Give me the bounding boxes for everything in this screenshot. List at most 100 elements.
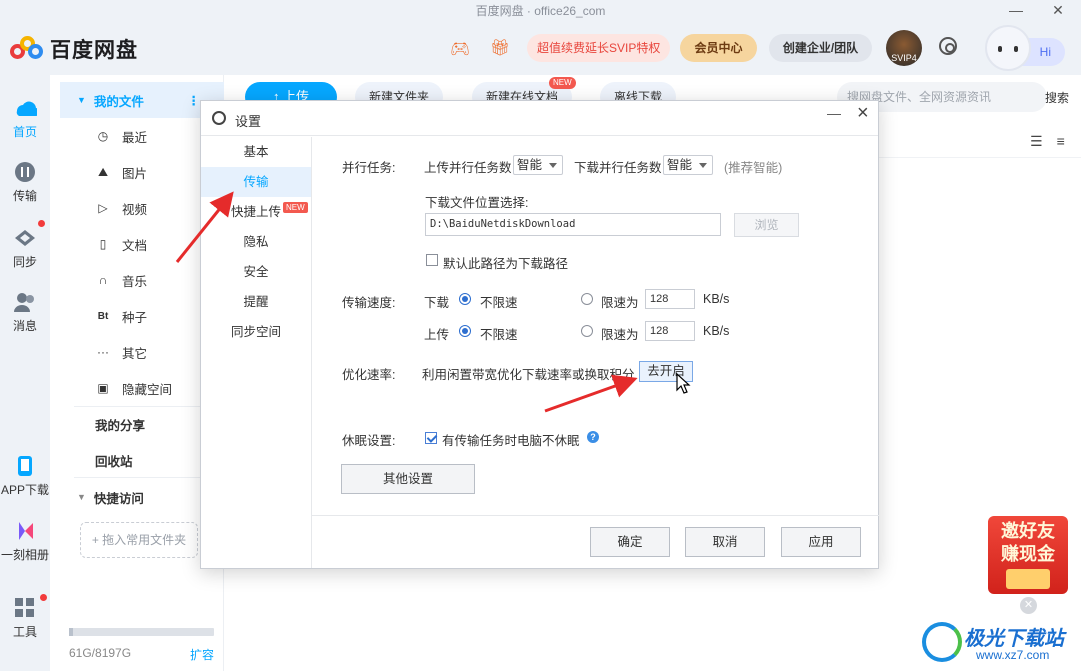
- rail-message-label: 消息: [12, 319, 37, 333]
- app-logo[interactable]: 百度网盘: [10, 34, 138, 64]
- svip-promo-button[interactable]: 超值续费延长SVIP特权: [527, 34, 671, 62]
- default-path-label: 默认此路径为下载路径: [443, 257, 569, 271]
- red-envelope-icon: [1006, 569, 1050, 589]
- dialog-close-button[interactable]: ×: [857, 102, 869, 125]
- upload-limit-radio[interactable]: [581, 325, 593, 337]
- settings-nav: 基本 传输 快捷上传 NEW 隐私 安全 提醒 同步空间: [201, 137, 312, 568]
- rail-home[interactable]: 首页: [0, 97, 50, 140]
- ok-button[interactable]: 确定: [590, 527, 670, 557]
- sidebar-item-label: 音乐: [122, 274, 148, 289]
- download-limit-input[interactable]: 128: [645, 289, 695, 309]
- dialog-header: 设置 — ×: [201, 101, 878, 136]
- gift-icon[interactable]: 🎁︎: [490, 38, 510, 58]
- close-icon[interactable]: ✕: [1020, 597, 1037, 614]
- rail-transfer-label: 传输: [12, 189, 37, 203]
- other-settings-button[interactable]: 其他设置: [341, 464, 475, 494]
- dialog-minimize-button[interactable]: —: [827, 105, 841, 121]
- mouse-cursor-icon: [676, 373, 691, 394]
- download-limit-radio[interactable]: [581, 293, 593, 305]
- vip-center-button[interactable]: 会员中心: [680, 34, 757, 62]
- rail-home-label: 首页: [12, 125, 37, 139]
- rail-album[interactable]: 一刻相册: [0, 520, 50, 563]
- sidebar-recycle-label: 回收站: [95, 454, 133, 469]
- caret-down-icon: ▼: [77, 95, 86, 105]
- help-icon[interactable]: ?: [587, 431, 599, 443]
- rail-tools-label: 工具: [12, 625, 37, 639]
- site-watermark: 极光下载站 www.xz7.com: [922, 618, 1074, 666]
- parallel-hint: (推荐智能): [724, 161, 783, 175]
- more-icon: ···: [97, 345, 109, 359]
- window-titlebar: 百度网盘 · office26_com — ✕: [0, 0, 1081, 20]
- upload-unlimited-radio[interactable]: [459, 325, 471, 337]
- upload-limit-unit: KB/s: [703, 324, 730, 338]
- sidebar-my-share-label: 我的分享: [95, 418, 146, 433]
- list-view-icon[interactable]: ≡: [1057, 133, 1065, 149]
- optimize-speed-label: 优化速率:: [342, 368, 396, 382]
- sidebar-item-label: 隐藏空间: [122, 382, 173, 397]
- tools-icon: [15, 598, 34, 617]
- rail-sync[interactable]: 同步: [0, 227, 50, 270]
- svip-level-badge[interactable]: SVIP4: [886, 30, 922, 66]
- lock-icon: ▣: [97, 381, 109, 395]
- app-name: 百度网盘: [50, 39, 138, 62]
- download-path-field[interactable]: D:\BaiduNetdiskDownload: [425, 213, 721, 236]
- rail-message[interactable]: 消息: [0, 291, 50, 334]
- add-favorite-folder-dropzone[interactable]: + 拖入常用文件夹: [80, 522, 198, 558]
- minimize-button[interactable]: —: [999, 0, 1033, 20]
- invite-friends-banner[interactable]: 邀好友 赚现金: [988, 516, 1068, 594]
- settings-tab-sync-space[interactable]: 同步空间: [201, 317, 311, 347]
- top-bar: 百度网盘 🎮︎ 🎁︎ 超值续费延长SVIP特权 会员中心 创建企业/团队 SVI…: [0, 20, 1081, 75]
- album-icon: [19, 522, 33, 540]
- sidebar-item-label: 图片: [122, 166, 148, 181]
- settings-tab-basic[interactable]: 基本: [201, 137, 311, 167]
- phone-icon: [18, 456, 32, 476]
- sidebar-item-label: 文档: [122, 238, 148, 253]
- sidebar-quick-access-label: 快捷访问: [93, 491, 144, 506]
- upload-speed-label: 上传: [424, 328, 450, 342]
- download-parallel-select[interactable]: 智能: [663, 155, 713, 175]
- dialog-title: 设置: [235, 114, 262, 129]
- watermark-url: www.xz7.com: [976, 648, 1050, 662]
- upload-unlimited-label: 不限速: [480, 328, 518, 342]
- optimize-speed-text: 利用闲置带宽优化下载速率或换取积分: [422, 368, 635, 382]
- image-icon: ⛰: [97, 164, 109, 179]
- prevent-sleep-checkbox[interactable]: [425, 432, 437, 444]
- sidebar-divider: [74, 477, 214, 478]
- sidebar-item-label: 其它: [122, 346, 148, 361]
- invite-line2: 赚现金: [1001, 544, 1055, 564]
- settings-dialog: 设置 — × 基本 传输 快捷上传 NEW 隐私 安全 提醒 同步空间 并行任务…: [200, 100, 879, 569]
- close-window-button[interactable]: ✕: [1041, 0, 1075, 20]
- rail-tools[interactable]: 工具: [0, 597, 50, 640]
- download-unlimited-radio[interactable]: [459, 293, 471, 305]
- transfer-notification-dot: [38, 220, 45, 227]
- rail-app-download[interactable]: APP下载: [0, 455, 50, 498]
- settings-tab-privacy[interactable]: 隐私: [201, 227, 311, 257]
- upload-parallel-select[interactable]: 智能: [513, 155, 563, 175]
- caret-down-icon: ▼: [77, 492, 86, 502]
- upload-limit-input[interactable]: 128: [645, 321, 695, 341]
- transfer-icon: [15, 162, 35, 182]
- upload-limit-label: 限速为: [601, 328, 639, 342]
- game-icon[interactable]: 🎮︎: [450, 39, 470, 59]
- storage-quota-fill: [69, 628, 74, 636]
- download-path-label: 下载文件位置选择:: [425, 196, 529, 210]
- prevent-sleep-label: 有传输任务时电脑不休眠: [442, 434, 580, 448]
- download-unlimited-label: 不限速: [480, 296, 518, 310]
- settings-tab-transfer[interactable]: 传输: [201, 167, 311, 197]
- more-vertical-icon[interactable]: ⋮: [188, 93, 201, 108]
- sort-icon[interactable]: ☰: [1030, 133, 1043, 149]
- apply-button[interactable]: 应用: [781, 527, 861, 557]
- default-path-checkbox[interactable]: [426, 254, 438, 266]
- expand-storage-link[interactable]: 扩容: [190, 646, 214, 663]
- rail-transfer[interactable]: 传输: [0, 161, 50, 204]
- sidebar-item-label: 种子: [122, 310, 148, 325]
- user-avatar[interactable]: Hi: [985, 25, 1065, 71]
- search-button[interactable]: 搜索: [1045, 89, 1069, 106]
- rail-album-label: 一刻相册: [0, 548, 49, 562]
- settings-icon[interactable]: [939, 37, 957, 55]
- settings-tab-reminder[interactable]: 提醒: [201, 287, 311, 317]
- settings-tab-security[interactable]: 安全: [201, 257, 311, 287]
- create-team-button[interactable]: 创建企业/团队: [769, 34, 872, 62]
- browse-button[interactable]: 浏览: [734, 213, 799, 237]
- cancel-button[interactable]: 取消: [685, 527, 765, 557]
